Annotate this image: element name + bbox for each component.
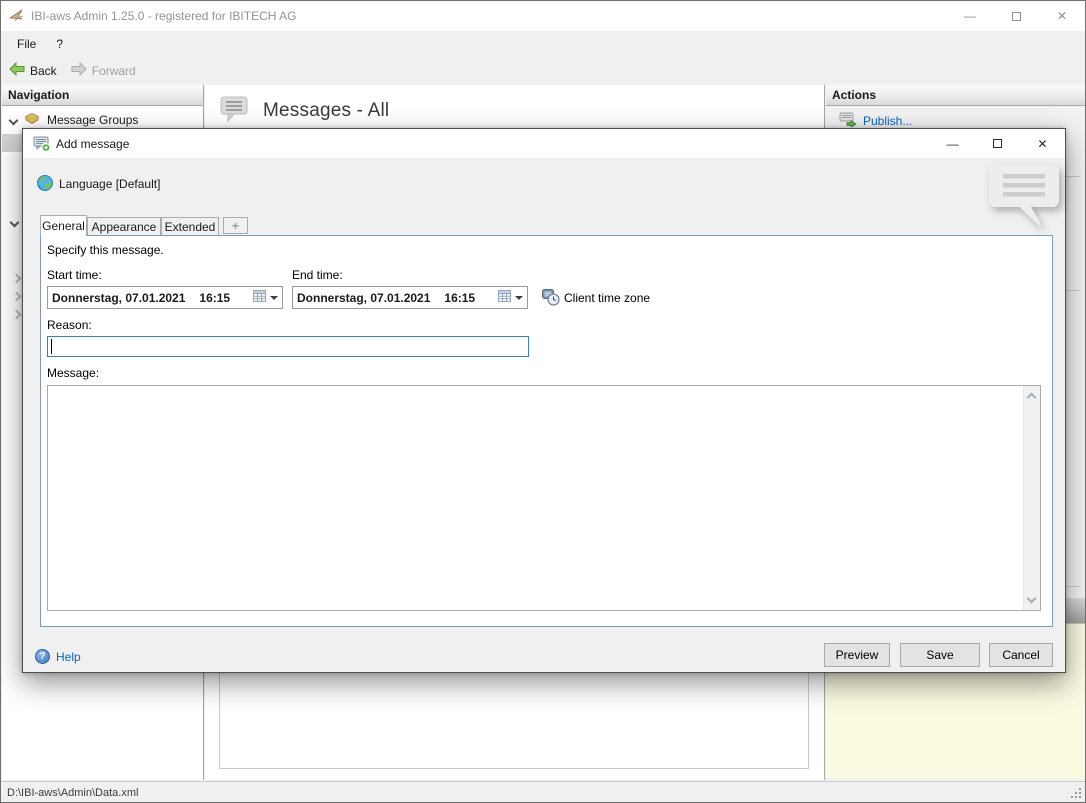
end-time-label: End time: — [292, 268, 343, 282]
message-editor — [47, 385, 1041, 611]
chevron-right-icon[interactable] — [12, 310, 22, 320]
resize-grip[interactable] — [1070, 787, 1082, 802]
message-groups-icon — [24, 112, 40, 129]
help-link[interactable]: Help — [56, 650, 81, 664]
toolbar: Back Forward — [1, 56, 1085, 85]
status-path: D:\IBI-aws\Admin\Data.xml — [7, 787, 138, 799]
app-icon — [9, 8, 25, 27]
start-time-dropdown[interactable] — [253, 287, 278, 308]
forward-arrow-icon — [71, 62, 87, 79]
publish-link[interactable]: Publish... — [863, 114, 912, 128]
preview-button[interactable]: Preview — [824, 643, 890, 667]
chevron-down-icon[interactable] — [10, 218, 20, 228]
chevron-right-icon[interactable] — [12, 274, 22, 284]
chevron-up-icon[interactable] — [1027, 393, 1037, 403]
app-root: IBI-aws Admin 1.25.0 - registered for IB… — [0, 0, 1086, 803]
help-icon: ? — [35, 649, 50, 664]
end-time-dropdown[interactable] — [498, 287, 523, 308]
main-titlebar: IBI-aws Admin 1.25.0 - registered for IB… — [1, 1, 1085, 31]
save-button[interactable]: Save — [900, 643, 980, 667]
tab-general[interactable]: General — [40, 215, 87, 236]
message-textarea[interactable] — [48, 386, 1023, 610]
close-icon[interactable]: ✕ — [1020, 129, 1065, 158]
message-scrollbar[interactable] — [1023, 386, 1040, 610]
minimize-icon[interactable]: — — [930, 129, 975, 158]
tab-appearance[interactable]: Appearance — [87, 217, 161, 235]
status-bar: D:\IBI-aws\Admin\Data.xml — [1, 781, 1085, 803]
chevron-down-icon — [515, 296, 523, 300]
start-time-picker[interactable]: Donnerstag, 07.01.2021 16:15 — [47, 286, 283, 309]
back-button[interactable]: Back — [9, 62, 57, 79]
calendar-icon — [253, 290, 266, 305]
language-globe-icon — [36, 174, 54, 195]
page-title: Messages - All — [263, 100, 389, 122]
back-label: Back — [30, 64, 57, 78]
forward-label: Forward — [92, 64, 136, 78]
add-message-dialog: Add message — ✕ Language [Default] Gener… — [22, 128, 1066, 673]
help-action[interactable]: ? Help — [35, 649, 81, 664]
dialog-title: Add message — [56, 137, 129, 151]
dialog-titlebar: Add message — ✕ — [23, 129, 1065, 158]
menubar: File ? — [1, 31, 1085, 56]
start-date-value: Donnerstag, 07.01.2021 — [52, 291, 185, 305]
navigation-header: Navigation — [2, 85, 203, 106]
calendar-icon — [498, 290, 511, 305]
forward-button[interactable]: Forward — [71, 62, 136, 79]
end-date-value: Donnerstag, 07.01.2021 — [297, 291, 430, 305]
add-message-icon — [33, 135, 51, 155]
minimize-icon[interactable]: — — [947, 1, 993, 31]
actions-header: Actions — [826, 85, 1086, 106]
chevron-down-icon[interactable] — [9, 115, 19, 125]
chevron-down-icon — [270, 296, 278, 300]
start-time-value: 16:15 — [199, 291, 230, 305]
end-time-picker[interactable]: Donnerstag, 07.01.2021 16:15 — [292, 286, 528, 309]
tab-add[interactable]: + — [223, 217, 248, 234]
window-title: IBI-aws Admin 1.25.0 - registered for IB… — [31, 9, 296, 23]
chevron-right-icon[interactable] — [12, 292, 22, 302]
dialog-controls: — ✕ — [930, 129, 1065, 158]
maximize-icon[interactable] — [975, 129, 1020, 158]
text-caret — [51, 339, 52, 354]
tree-item-label: Message Groups — [47, 113, 138, 127]
close-icon[interactable]: ✕ — [1039, 1, 1085, 31]
start-time-label: Start time: — [47, 268, 102, 282]
menu-help[interactable]: ? — [46, 37, 73, 51]
chevron-down-icon[interactable] — [1027, 594, 1037, 604]
window-controls: — ✕ — [947, 1, 1085, 31]
cancel-button[interactable]: Cancel — [989, 643, 1053, 667]
maximize-icon[interactable] — [993, 1, 1039, 31]
client-time-zone-icon — [542, 288, 560, 309]
reason-label: Reason: — [47, 318, 92, 332]
message-watermark-icon — [987, 164, 1063, 233]
end-time-value: 16:15 — [444, 291, 475, 305]
client-time-zone-label[interactable]: Client time zone — [564, 291, 650, 305]
back-arrow-icon — [9, 62, 25, 79]
instruction-text: Specify this message. — [47, 243, 164, 257]
language-label[interactable]: Language [Default] — [59, 177, 160, 191]
tab-extended[interactable]: Extended — [161, 217, 219, 235]
messages-bubble-icon — [219, 94, 249, 127]
message-label: Message: — [47, 366, 99, 380]
menu-file[interactable]: File — [7, 37, 46, 51]
tree-item-message-groups[interactable]: Message Groups — [2, 111, 203, 129]
reason-input[interactable] — [47, 336, 529, 357]
